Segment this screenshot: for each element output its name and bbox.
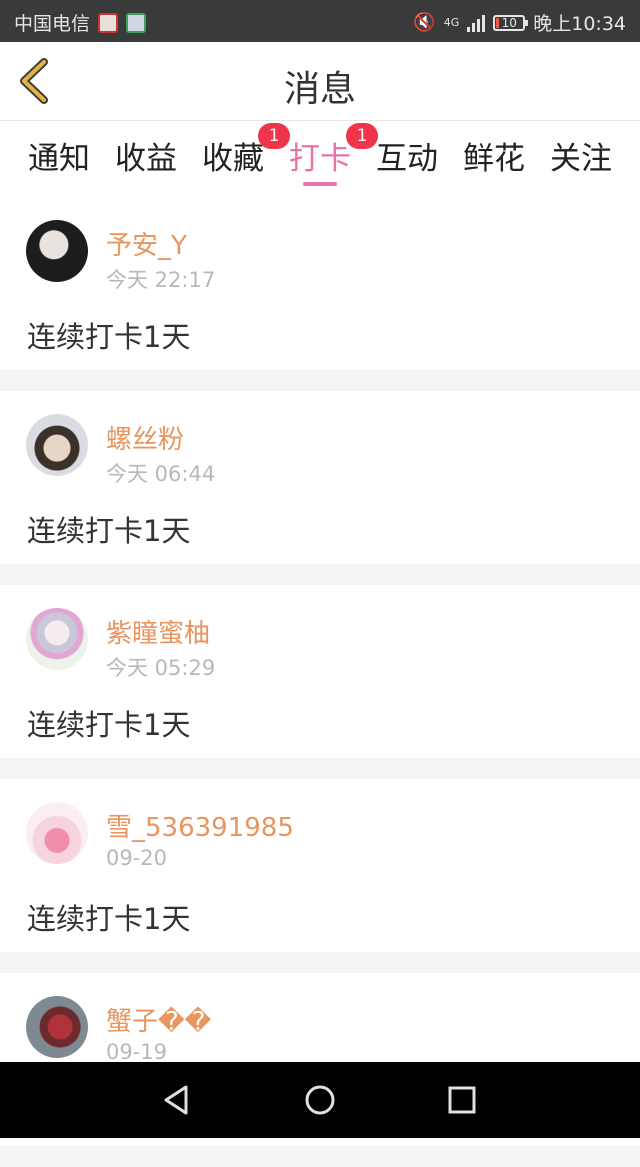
tab-favorites[interactable]: 收藏 1 (200, 123, 290, 197)
news-app-icon (98, 12, 119, 33)
signal-icon (467, 14, 486, 32)
unread-badge: 1 (258, 123, 290, 149)
message-text: 连续打卡1天 (27, 708, 191, 742)
avatar[interactable] (26, 802, 88, 864)
tab-flowers[interactable]: 鲜花 (461, 133, 527, 197)
avatar[interactable] (26, 220, 88, 282)
network-label: 4G (443, 16, 460, 29)
tab-interactions[interactable]: 互动 1 (346, 123, 440, 197)
battery-icon: 10 (493, 14, 529, 31)
username[interactable]: 紫瞳蜜柚 (106, 613, 210, 650)
tab-checkin[interactable]: 打卡 (287, 133, 353, 197)
home-circle-icon[interactable] (303, 1083, 337, 1117)
clock: 晚上10:34 (533, 13, 626, 35)
list-item[interactable]: 予安_Y 今天 22:17 连续打卡1天 (0, 197, 640, 370)
tab-earnings[interactable]: 收益 (113, 133, 179, 197)
tab-label: 关注 (550, 141, 612, 177)
back-triangle-icon[interactable] (160, 1083, 194, 1117)
recents-square-icon[interactable] (445, 1083, 479, 1117)
carrier-label: 中国电信 (14, 13, 91, 35)
unread-badge: 1 (346, 123, 378, 149)
status-left: 中国电信 (14, 9, 147, 36)
message-time: 今天 05:29 (106, 656, 216, 680)
tab-label: 通知 (28, 141, 90, 177)
list-item[interactable]: 雪_536391985 09-20 连续打卡1天 (0, 779, 640, 952)
active-tab-indicator (303, 182, 337, 186)
username[interactable]: 予安_Y (106, 225, 187, 262)
list-item[interactable]: 螺丝粉 今天 06:44 连续打卡1天 (0, 391, 640, 564)
message-text: 连续打卡1天 (27, 902, 191, 936)
username[interactable]: 螺丝粉 (106, 419, 184, 456)
tab-label: 互动 (376, 141, 438, 177)
message-list: 予安_Y 今天 22:17 连续打卡1天 螺丝粉 今天 06:44 连续打卡1天… (0, 197, 640, 1167)
message-time: 09-20 (106, 846, 168, 870)
app-header: 消息 (0, 42, 640, 121)
battery-level: 10 (501, 15, 517, 30)
system-nav-bar (0, 1062, 640, 1138)
tab-following[interactable]: 关注 (548, 133, 614, 197)
message-text: 连续打卡1天 (27, 514, 191, 548)
tab-bar: 通知 收益 收藏 1 打卡 互动 1 鲜花 关注 (0, 121, 640, 197)
tab-notifications[interactable]: 通知 (26, 133, 92, 197)
status-right: 🔇 4G 10 晚上10:34 (413, 9, 626, 36)
video-app-icon (126, 12, 147, 33)
tab-label: 鲜花 (463, 141, 525, 177)
avatar[interactable] (26, 414, 88, 476)
avatar[interactable] (26, 608, 88, 670)
list-item[interactable]: 紫瞳蜜柚 今天 05:29 连续打卡1天 (0, 585, 640, 758)
page-title: 消息 (283, 69, 356, 110)
tab-label: 收益 (115, 141, 177, 177)
avatar[interactable] (26, 996, 88, 1058)
message-time: 今天 06:44 (106, 462, 216, 486)
username[interactable]: 蟹子�� (106, 1001, 211, 1038)
message-text: 连续打卡1天 (27, 320, 191, 354)
tab-label: 收藏 (202, 141, 264, 177)
message-time: 今天 22:17 (106, 268, 216, 292)
message-time: 09-19 (106, 1040, 168, 1064)
tab-label: 打卡 (289, 141, 351, 177)
username[interactable]: 雪_536391985 (106, 807, 294, 844)
status-bar: 中国电信 🔇 4G 10 晚上10:34 (0, 0, 640, 42)
mute-icon: 🔇 (413, 12, 436, 33)
